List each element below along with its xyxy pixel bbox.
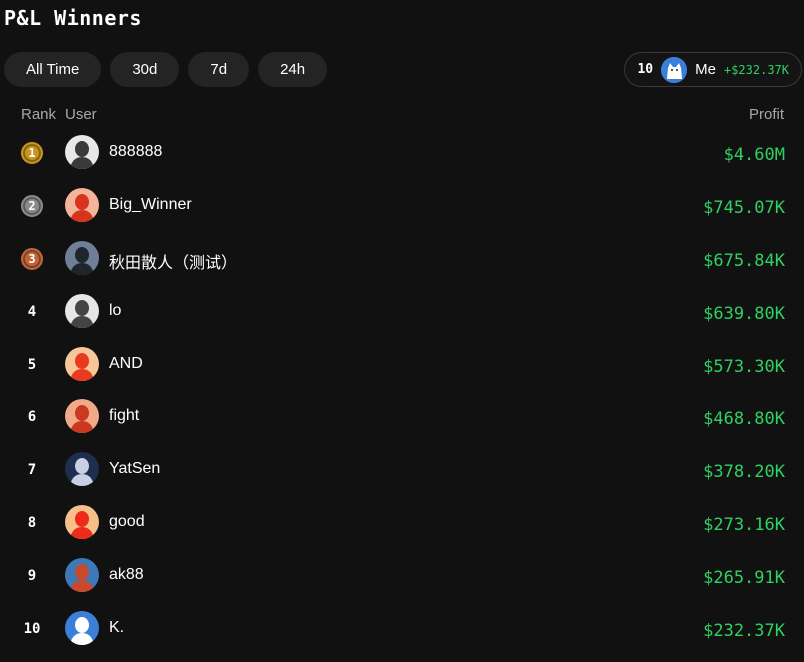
- bronze-medal-icon: 3: [21, 247, 43, 270]
- table-row[interactable]: 8 good $273.16K: [0, 503, 804, 556]
- column-header-rank: Rank: [21, 106, 57, 123]
- table-row[interactable]: 1 888888 $4.60M: [0, 133, 804, 186]
- table-row[interactable]: 9 ak88 $265.91K: [0, 556, 804, 609]
- gold-medal-icon: 1: [21, 142, 43, 164]
- username[interactable]: ak88: [109, 566, 144, 584]
- rank-cell: 2: [20, 194, 44, 218]
- avatar[interactable]: [65, 187, 99, 222]
- my-rank: 10: [637, 62, 654, 77]
- profit-value: $4.60M: [723, 145, 785, 165]
- username[interactable]: good: [109, 513, 145, 531]
- avatar[interactable]: [65, 293, 99, 328]
- table-row[interactable]: 6 fight $468.80K: [0, 397, 804, 450]
- username[interactable]: AND: [109, 355, 143, 373]
- username[interactable]: 888888: [109, 143, 162, 161]
- profit-value: $378.20K: [703, 462, 785, 483]
- my-label: Me: [695, 61, 716, 78]
- profit-value: $573.30K: [703, 356, 785, 377]
- rank-cell: 8: [20, 511, 44, 535]
- username[interactable]: Big_Winner: [109, 196, 192, 214]
- table-header: Rank User Profit: [0, 106, 804, 124]
- profit-value: $745.07K: [703, 197, 785, 218]
- cat-avatar-icon: [661, 56, 688, 83]
- rank-number: 10: [23, 621, 41, 638]
- table-row[interactable]: 3 秋田散人（测试） $675.84K: [0, 239, 804, 292]
- rank-cell: 3: [20, 247, 44, 271]
- username[interactable]: lo: [109, 302, 121, 320]
- table-row[interactable]: 5 AND $573.30K: [0, 345, 804, 398]
- profit-value: $468.80K: [703, 409, 785, 430]
- leaderboard-list: 1 888888 $4.60M 2 Big_Winner $745.07K 3 秋田散人（测试…: [0, 133, 804, 662]
- column-header-profit: Profit: [748, 106, 784, 123]
- rank-cell: 10: [20, 617, 44, 641]
- username[interactable]: YatSen: [109, 460, 160, 478]
- avatar[interactable]: [65, 240, 99, 275]
- rank-number: 6: [27, 409, 37, 426]
- column-header-user: User: [65, 106, 97, 123]
- avatar[interactable]: [65, 346, 99, 381]
- avatar[interactable]: [65, 452, 99, 487]
- rank-number: 8: [27, 515, 37, 532]
- silver-medal-icon: 2: [21, 194, 43, 217]
- rank-number: 7: [27, 462, 37, 479]
- profit-value: $639.80K: [703, 303, 785, 324]
- rank-cell: 4: [20, 300, 44, 324]
- rank-cell: 1: [20, 141, 44, 165]
- profit-value: $265.91K: [703, 568, 785, 589]
- rank-cell: 9: [20, 564, 44, 588]
- filter-30d-button[interactable]: 30d: [110, 52, 180, 87]
- rank-number: 5: [27, 356, 37, 373]
- my-rank-card[interactable]: 10 Me +$232.37K: [624, 52, 802, 87]
- username[interactable]: fight: [109, 407, 139, 425]
- filter-24h-button[interactable]: 24h: [258, 52, 328, 87]
- filter-all-time-button[interactable]: All Time: [4, 52, 102, 87]
- username[interactable]: K.: [109, 619, 124, 637]
- rank-cell: 7: [20, 458, 44, 482]
- my-profit: +$232.37K: [723, 62, 789, 77]
- avatar[interactable]: [65, 135, 99, 169]
- filter-7d-button[interactable]: 7d: [188, 52, 250, 87]
- table-row[interactable]: 10 K. $232.37K: [0, 609, 804, 662]
- profit-value: $675.84K: [703, 250, 785, 271]
- profit-value: $273.16K: [703, 515, 785, 536]
- table-row[interactable]: 7 YatSen $378.20K: [0, 450, 804, 503]
- rank-cell: 6: [20, 405, 44, 429]
- page-title: P&L Winners: [4, 6, 142, 30]
- profit-value: $232.37K: [703, 621, 785, 642]
- rank-number: 4: [27, 303, 37, 320]
- username[interactable]: 秋田散人（测试）: [109, 249, 237, 273]
- avatar[interactable]: [65, 611, 99, 646]
- table-row[interactable]: 4 lo $639.80K: [0, 292, 804, 345]
- avatar[interactable]: [65, 399, 99, 434]
- rank-number: 9: [27, 568, 37, 585]
- time-filter-group: All Time 30d 7d 24h: [4, 52, 328, 87]
- rank-cell: 5: [20, 353, 44, 377]
- avatar[interactable]: [65, 558, 99, 593]
- avatar[interactable]: [65, 505, 99, 540]
- table-row[interactable]: 2 Big_Winner $745.07K: [0, 186, 804, 239]
